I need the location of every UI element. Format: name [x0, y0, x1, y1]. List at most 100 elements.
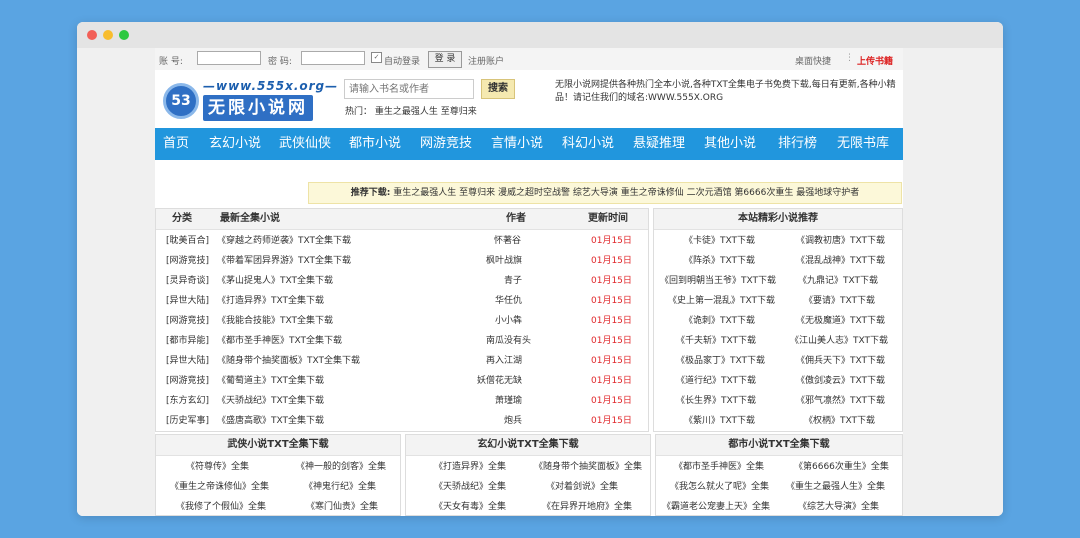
table-row: [耽美百合] 《穿越之药师逆袭》TXT全集下载 怀著谷 01月15日 [156, 231, 648, 251]
row-category[interactable]: [异世大陆] [166, 291, 209, 311]
row-category[interactable]: [灵异奇谈] [166, 271, 209, 291]
row-date: 01月15日 [591, 276, 632, 286]
nav-item-kehuan[interactable]: 科幻小说 [562, 128, 614, 160]
row-title-link[interactable]: 《穿越之药师逆袭》TXT全集下载 [217, 231, 351, 251]
recommended-link[interactable]: 《佣兵天下》TXT下载 [796, 351, 885, 371]
row-date: 01月15日 [591, 356, 632, 366]
recommended-link[interactable]: 《要请》TXT下载 [804, 291, 875, 311]
browser-window: 账 号: 密 码: ✓ 自动登录 登 录 注册账户 桌面快捷 ⋮ 上传书籍 53… [77, 22, 1003, 516]
row-title-link[interactable]: 《盛唐高歌》TXT全集下载 [217, 411, 324, 431]
recommended-link[interactable]: 《卡徒》TXT下载 [684, 231, 755, 251]
book-link[interactable]: 《寒门仙贵》全集 [306, 497, 378, 516]
row-category[interactable]: [耽美百合] [166, 231, 209, 251]
nav-item-ranking[interactable]: 排行榜 [778, 128, 817, 160]
minimize-window-button[interactable] [103, 30, 113, 40]
book-link[interactable]: 《神一般的剑客》全集 [296, 457, 386, 477]
login-button[interactable]: 登 录 [428, 51, 462, 68]
nav-item-xuanhuan[interactable]: 玄幻小说 [209, 128, 261, 160]
list-item: 《卡徒》TXT下载 《调教初唐》TXT下载 [654, 231, 902, 251]
list-item: 《重生之帝诛修仙》全集 《神鬼行纪》全集 [156, 477, 400, 497]
recommended-link[interactable]: 《九鼎记》TXT下载 [798, 271, 878, 291]
row-title-link[interactable]: 《随身带个抽奖面板》TXT全集下载 [217, 351, 360, 371]
row-category[interactable]: [东方玄幻] [166, 391, 209, 411]
row-title-link[interactable]: 《带着军团异界游》TXT全集下载 [217, 251, 351, 271]
list-item: 《都市圣手神医》全集 《第6666次重生》全集 [656, 457, 902, 477]
recommend-links[interactable]: 重生之最强人生 至尊归来 漫威之超时空战警 综艺大导演 重生之帝诛修仙 二次元酒… [393, 188, 859, 198]
book-link[interactable]: 《在异界开地府》全集 [542, 497, 632, 516]
password-input[interactable] [301, 51, 365, 65]
row-category[interactable]: [异世大陆] [166, 351, 209, 371]
row-title-link[interactable]: 《茅山捉鬼人》TXT全集下载 [217, 271, 333, 291]
recommended-link[interactable]: 《史上第一混乱》TXT下载 [668, 291, 775, 311]
desktop-shortcut-link[interactable]: 桌面快捷 [795, 54, 831, 67]
recommended-link[interactable]: 《紫川》TXT下载 [684, 411, 755, 431]
recommended-link[interactable]: 《道行纪》TXT下载 [676, 371, 756, 391]
col-updated: 更新时间 [588, 213, 628, 224]
book-link[interactable]: 《都市圣手神医》全集 [674, 457, 764, 477]
nav-item-dushi[interactable]: 都市小说 [349, 128, 401, 160]
page-viewport: 账 号: 密 码: ✓ 自动登录 登 录 注册账户 桌面快捷 ⋮ 上传书籍 53… [77, 48, 1003, 516]
row-title-link[interactable]: 《我能合技能》TXT全集下载 [217, 311, 333, 331]
xuanhuan-section: 玄幻小说TXT全集下载 《打造异界》全集 《随身带个抽奖面板》全集 《天骄战纪》全… [405, 434, 651, 516]
recommended-link[interactable]: 《邪气凛然》TXT下载 [796, 391, 885, 411]
recommended-link[interactable]: 《无极魔道》TXT下载 [796, 311, 885, 331]
book-link[interactable]: 《天女有毒》全集 [434, 497, 506, 516]
row-category[interactable]: [网游竞技] [166, 371, 209, 391]
book-link[interactable]: 《天骄战纪》全集 [434, 477, 506, 497]
row-title-link[interactable]: 《都市圣手神医》TXT全集下载 [217, 331, 342, 351]
row-date: 01月15日 [591, 336, 632, 346]
recommended-link[interactable]: 《阵杀》TXT下载 [684, 251, 755, 271]
row-category[interactable]: [都市异能] [166, 331, 209, 351]
book-link[interactable]: 《第6666次重生》全集 [794, 457, 889, 477]
list-item: 《我修了个假仙》全集 《寒门仙贵》全集 [156, 497, 400, 516]
hot-items-link[interactable]: 重生之最强人生 至尊归来 [375, 107, 477, 117]
nav-item-wangyou[interactable]: 网游竞技 [420, 128, 472, 160]
site-intro: 无限小说网提供各种热门全本小说,各种TXT全集电子书免费下载,每日有更新,各种小… [555, 80, 896, 103]
book-link[interactable]: 《综艺大导演》全集 [798, 497, 879, 516]
recommended-link[interactable]: 《诡刺》TXT下载 [684, 311, 755, 331]
close-window-button[interactable] [87, 30, 97, 40]
upload-books-link[interactable]: 上传书籍 [857, 54, 893, 67]
maximize-window-button[interactable] [119, 30, 129, 40]
auto-login-checkbox[interactable]: ✓ [371, 52, 382, 63]
table-row: [网游竞技] 《葡萄道主》TXT全集下载 妖僧花无缺 01月15日 [156, 371, 648, 391]
book-link[interactable]: 《重生之帝诛修仙》全集 [170, 477, 269, 497]
book-link[interactable]: 《我修了个假仙》全集 [176, 497, 266, 516]
book-link[interactable]: 《重生之最强人生》全集 [786, 477, 885, 497]
search-button[interactable]: 搜索 [481, 79, 515, 99]
book-link[interactable]: 《我怎么就火了呢》全集 [670, 477, 769, 497]
row-title-link[interactable]: 《天骄战纪》TXT全集下载 [217, 391, 324, 411]
recommended-link[interactable]: 《江山美人志》TXT下载 [790, 331, 888, 351]
recommended-link[interactable]: 《混乱战神》TXT下载 [796, 251, 885, 271]
search-input[interactable] [344, 79, 474, 99]
recommended-link[interactable]: 《回到明朝当王爷》TXT下载 [660, 271, 776, 291]
row-category[interactable]: [网游竞技] [166, 251, 209, 271]
recommended-link[interactable]: 《权柄》TXT下载 [804, 411, 875, 431]
book-link[interactable]: 《神鬼行纪》全集 [304, 477, 376, 497]
book-link[interactable]: 《随身带个抽奖面板》全集 [534, 457, 642, 477]
nav-item-library[interactable]: 无限书库 [837, 128, 889, 160]
nav-item-wuxia[interactable]: 武侠仙侠 [279, 128, 331, 160]
row-category[interactable]: [历史军事] [166, 411, 209, 431]
row-category[interactable]: [网游竞技] [166, 311, 209, 331]
book-link[interactable]: 《对着剑说》全集 [546, 477, 618, 497]
row-title-link[interactable]: 《打造异界》TXT全集下载 [217, 291, 324, 311]
row-title-link[interactable]: 《葡萄道主》TXT全集下载 [217, 371, 324, 391]
list-item: 《长生界》TXT下载 《邪气凛然》TXT下载 [654, 391, 902, 411]
recommended-link[interactable]: 《长生界》TXT下载 [676, 391, 756, 411]
nav-item-qita[interactable]: 其他小说 [704, 128, 756, 160]
nav-item-xuanyi[interactable]: 悬疑推理 [633, 128, 685, 160]
nav-item-home[interactable]: 首页 [163, 128, 189, 160]
nav-item-yanqing[interactable]: 言情小说 [491, 128, 543, 160]
book-link[interactable]: 《符尊传》全集 [186, 457, 249, 477]
recommended-link[interactable]: 《千夫斩》TXT下载 [676, 331, 756, 351]
wuxia-section: 武侠小说TXT全集下载 《符尊传》全集 《神一般的剑客》全集 《重生之帝诛修仙》全… [155, 434, 401, 516]
account-input[interactable] [197, 51, 261, 65]
recommended-link[interactable]: 《傲剑凌云》TXT下载 [796, 371, 885, 391]
book-link[interactable]: 《打造异界》全集 [434, 457, 506, 477]
register-link[interactable]: 注册账户 [468, 54, 504, 67]
book-link[interactable]: 《霸道老公宠妻上天》全集 [662, 497, 770, 516]
recommended-link[interactable]: 《极品家丁》TXT下载 [676, 351, 765, 371]
recommended-link[interactable]: 《调教初唐》TXT下载 [796, 231, 885, 251]
site-logo[interactable]: 53 —www.555x.org— 无限小说网 [163, 79, 337, 123]
